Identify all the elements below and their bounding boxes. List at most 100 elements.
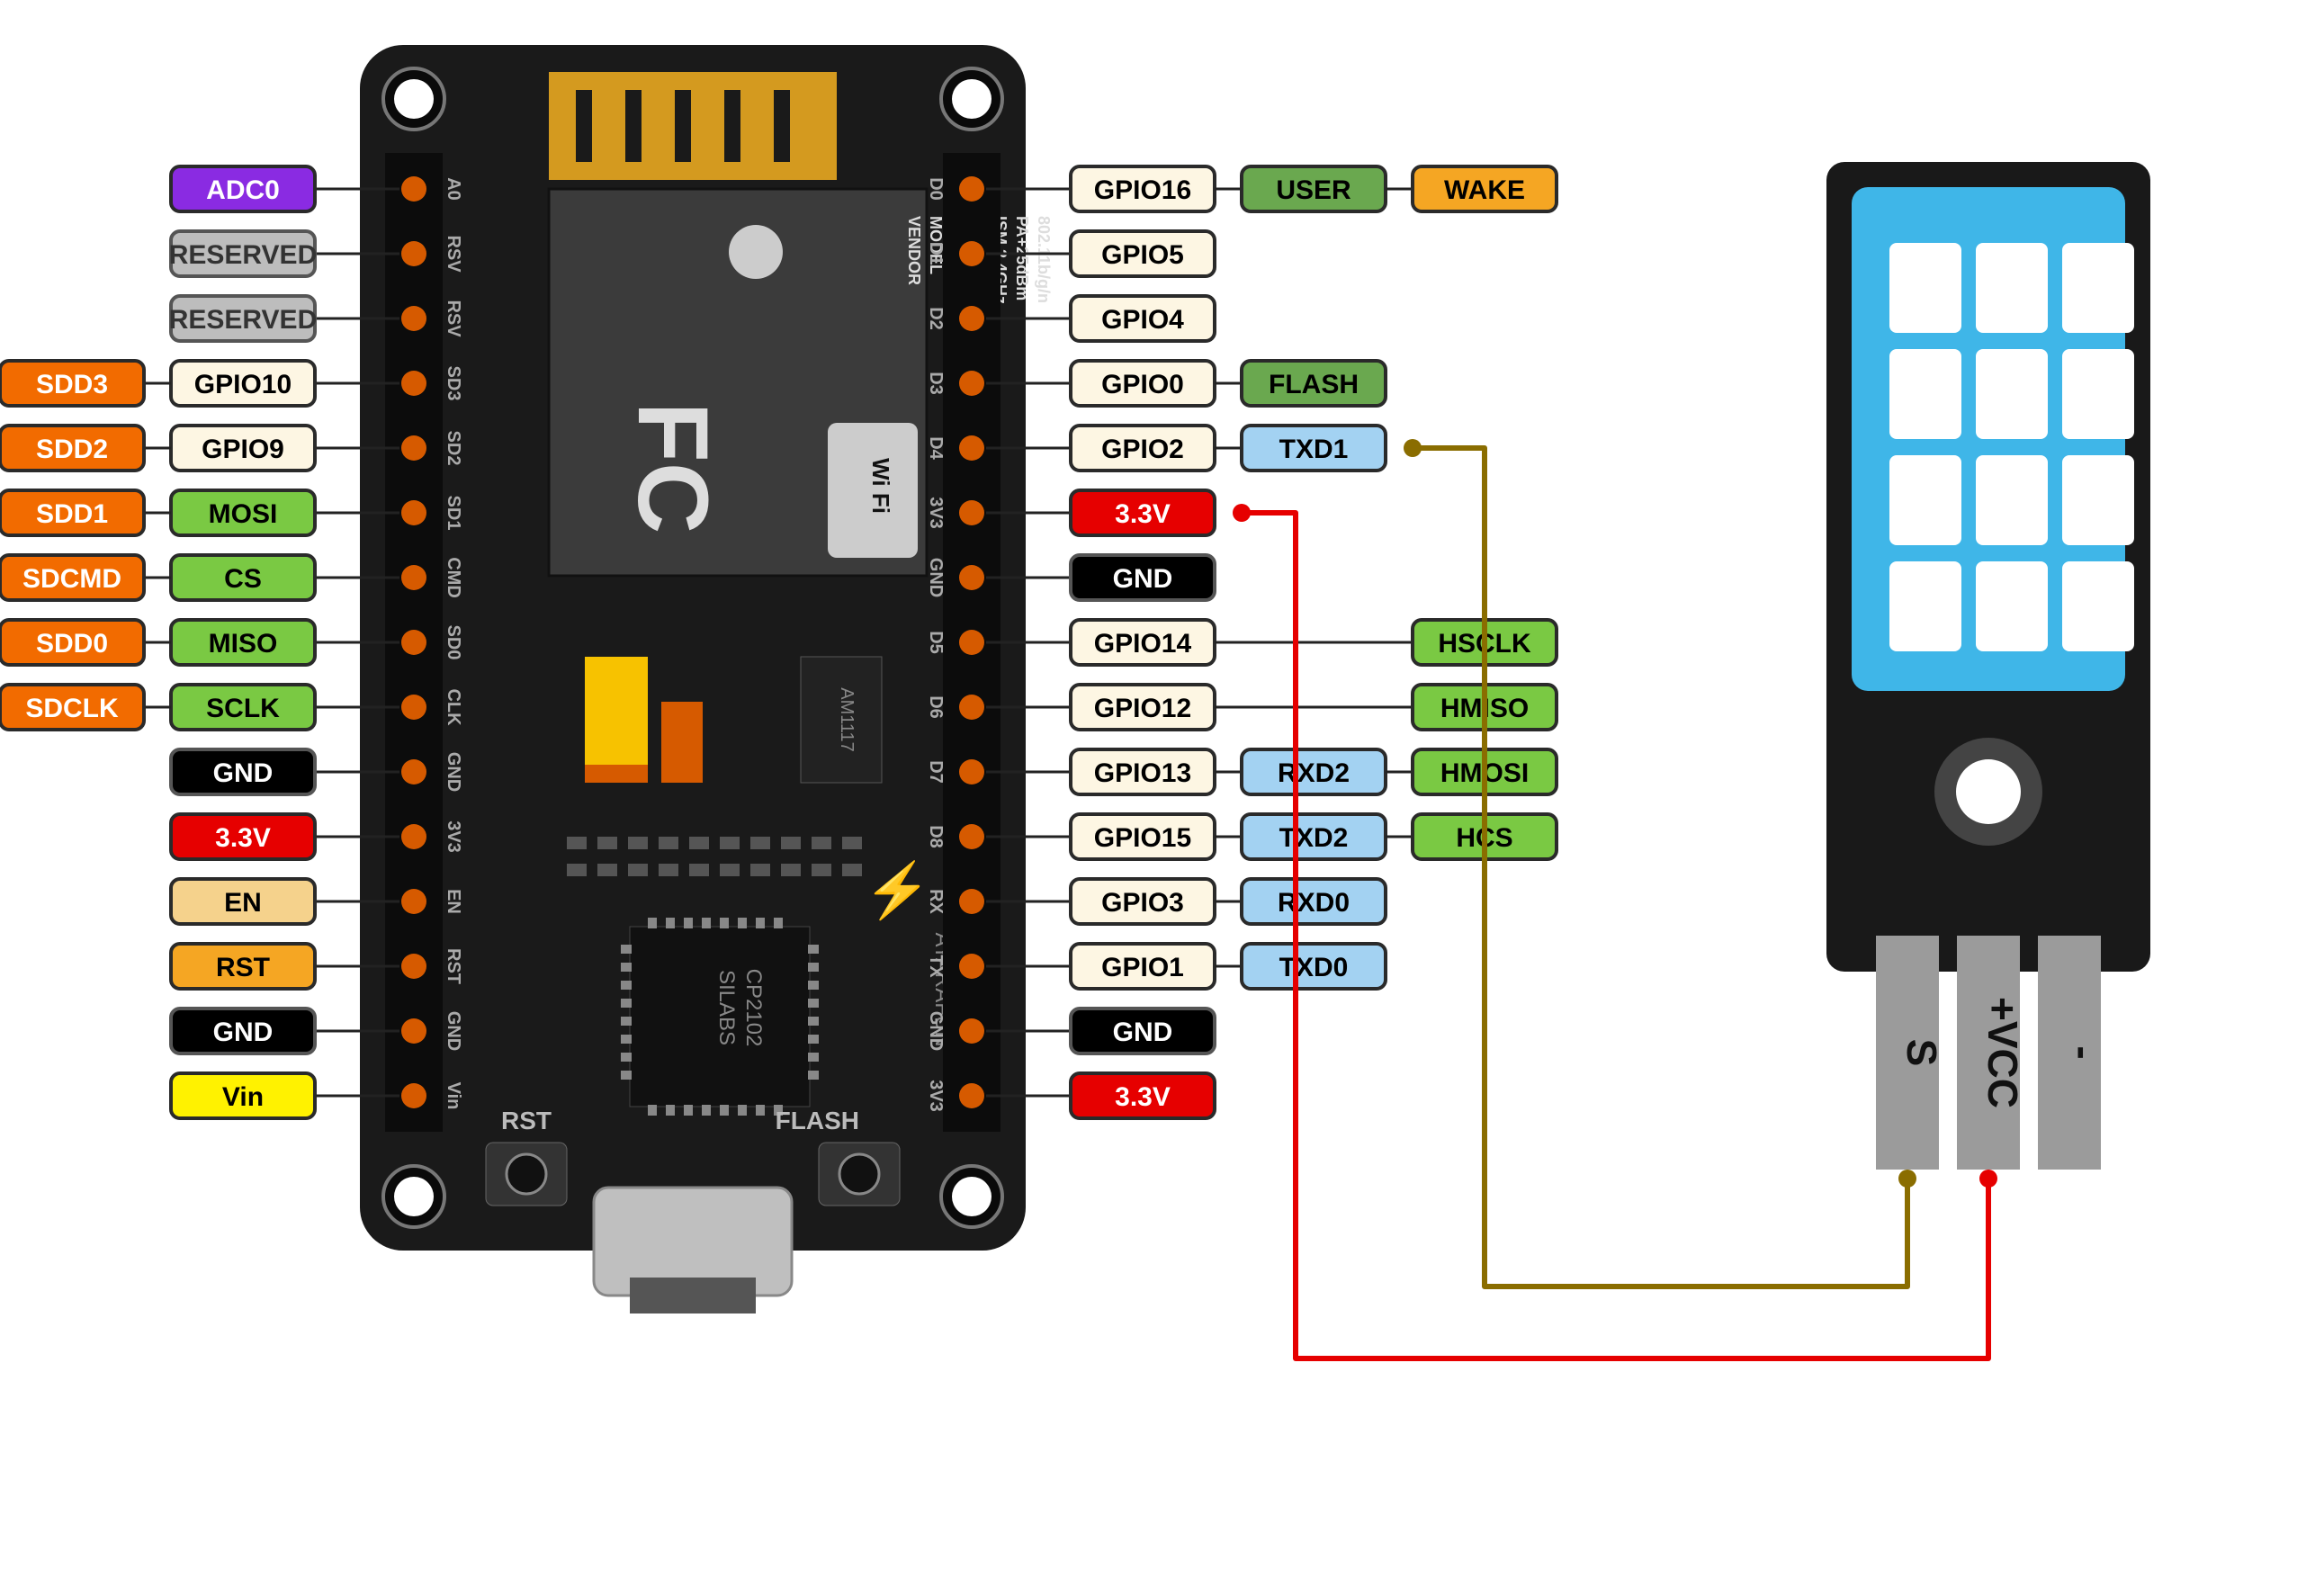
svg-text:RST: RST [501, 1107, 552, 1134]
pin-label-mosi: MOSI [171, 490, 315, 535]
svg-text:GPIO1: GPIO1 [1101, 953, 1184, 982]
svg-text:CLK: CLK [444, 688, 463, 726]
pin-label-miso: MISO [171, 620, 315, 665]
pin-label-rxd0: RXD0 [1242, 879, 1386, 924]
pin-label-gpio14: GPIO14 [1071, 620, 1215, 665]
pin-label-gpio0: GPIO0 [1071, 361, 1215, 406]
svg-text:VENDOR: VENDOR [905, 216, 923, 285]
svg-text:3V3: 3V3 [926, 497, 946, 529]
nodemcu-board: VENDORMODELESP8266MODAI-THINKERISM 2.4GH… [360, 45, 1053, 1314]
pin-label-gpio4: GPIO4 [1071, 296, 1215, 341]
pin-label-cs: CS [171, 555, 315, 600]
svg-text:SDD2: SDD2 [36, 435, 108, 464]
pin-label-gpio13: GPIO13 [1071, 749, 1215, 794]
svg-text:3V3: 3V3 [926, 1080, 946, 1112]
pin-label-en: EN [171, 879, 315, 924]
svg-text:SD0: SD0 [444, 625, 463, 660]
svg-text:D0: D0 [926, 177, 946, 201]
pin-label-gpio9: GPIO9 [171, 426, 315, 471]
pin-label-sdd0: SDD0 [0, 620, 144, 665]
svg-text:⚡: ⚡ [864, 859, 931, 922]
pin-label-gnd: GND [171, 1009, 315, 1053]
svg-text:TXD1: TXD1 [1279, 435, 1349, 464]
pin-label-flash: FLASH [1242, 361, 1386, 406]
svg-text:FLASH: FLASH [776, 1107, 859, 1134]
svg-text:RST: RST [216, 953, 270, 982]
pin-label-gpio12: GPIO12 [1071, 685, 1215, 730]
pin-label-gpio2: GPIO2 [1071, 426, 1215, 471]
svg-text:Vin: Vin [222, 1082, 264, 1112]
svg-text:D2: D2 [926, 307, 946, 330]
pin-label-gpio1: GPIO1 [1071, 944, 1215, 989]
pin-label-sdcmd: SDCMD [0, 555, 144, 600]
svg-text:3.3V: 3.3V [1115, 1082, 1171, 1112]
svg-text:GPIO9: GPIO9 [202, 435, 284, 464]
svg-text:RESERVED: RESERVED [169, 240, 318, 270]
svg-text:SD3: SD3 [444, 366, 463, 401]
pin-label-sdd3: SDD3 [0, 361, 144, 406]
sensor-leg-label--: - [2060, 1045, 2107, 1059]
svg-text:GND: GND [213, 758, 274, 788]
svg-text:TXD0: TXD0 [1279, 953, 1349, 982]
pin-label-rxd2: RXD2 [1242, 749, 1386, 794]
svg-text:SDD0: SDD0 [36, 629, 108, 659]
pin-label-txd1: TXD1 [1242, 426, 1386, 471]
svg-text:GND: GND [926, 558, 946, 597]
svg-text:TXD2: TXD2 [1279, 823, 1349, 853]
svg-text:USER: USER [1276, 175, 1351, 205]
svg-text:GND: GND [926, 1011, 946, 1051]
svg-text:SD2: SD2 [444, 431, 463, 466]
svg-text:GND: GND [444, 1011, 463, 1051]
pin-label-3.3v: 3.3V [1071, 490, 1215, 535]
svg-text:FC: FC [617, 402, 728, 534]
svg-text:SCLK: SCLK [206, 694, 280, 723]
svg-text:EN: EN [444, 889, 463, 914]
pin-label-wake: WAKE [1413, 166, 1557, 211]
pin-label-gnd: GND [1071, 1009, 1215, 1053]
svg-text:D8: D8 [926, 825, 946, 848]
svg-text:SD1: SD1 [444, 496, 463, 531]
svg-text:CS: CS [224, 564, 262, 594]
pin-label-txd2: TXD2 [1242, 814, 1386, 859]
sensor-leg-label-+VCC: +VCC [1979, 997, 2026, 1108]
svg-text:GND: GND [1113, 1018, 1173, 1047]
svg-text:802.11b/g/n: 802.11b/g/n [1035, 216, 1053, 303]
pin-label-gnd: GND [1071, 555, 1215, 600]
pin-label-sdd2: SDD2 [0, 426, 144, 471]
svg-text:TX: TX [926, 955, 946, 978]
svg-text:WAKE: WAKE [1444, 175, 1525, 205]
pin-label-reserved: RESERVED [169, 231, 318, 276]
svg-text:A0: A0 [444, 177, 463, 201]
pin-label-3.3v: 3.3V [1071, 1073, 1215, 1118]
svg-text:SDCMD: SDCMD [22, 564, 121, 594]
svg-text:3.3V: 3.3V [215, 823, 271, 853]
svg-text:SDD3: SDD3 [36, 370, 108, 399]
svg-text:RSV: RSV [444, 300, 463, 337]
svg-text:GPIO12: GPIO12 [1094, 694, 1191, 723]
svg-text:SDCLK: SDCLK [25, 694, 119, 723]
pin-label-rst: RST [171, 944, 315, 989]
svg-text:GND: GND [444, 752, 463, 792]
svg-text:D4: D4 [926, 436, 946, 460]
svg-text:GPIO13: GPIO13 [1094, 758, 1191, 788]
svg-text:AM1117: AM1117 [837, 687, 857, 752]
dht11-sensor: S +VCC - [1826, 162, 2150, 1170]
svg-text:GPIO16: GPIO16 [1094, 175, 1191, 205]
svg-text:GPIO5: GPIO5 [1101, 240, 1184, 270]
pin-label-gpio10: GPIO10 [171, 361, 315, 406]
svg-text:RXD0: RXD0 [1278, 888, 1350, 918]
svg-text:GPIO15: GPIO15 [1094, 823, 1191, 853]
pin-label-gnd: GND [171, 749, 315, 794]
svg-text:RX: RX [926, 889, 946, 914]
svg-text:SILABS: SILABS [714, 970, 739, 1045]
sensor-leg-label-S: S [1898, 1039, 1945, 1067]
svg-text:RESERVED: RESERVED [169, 305, 318, 335]
pin-label-user: USER [1242, 166, 1386, 211]
svg-text:GND: GND [1113, 564, 1173, 594]
svg-text:3V3: 3V3 [444, 820, 463, 853]
svg-text:SDD1: SDD1 [36, 499, 108, 529]
svg-text:D6: D6 [926, 695, 946, 719]
svg-text:FLASH: FLASH [1269, 370, 1359, 399]
svg-text:CMD: CMD [444, 557, 463, 598]
svg-text:GPIO0: GPIO0 [1101, 370, 1184, 399]
